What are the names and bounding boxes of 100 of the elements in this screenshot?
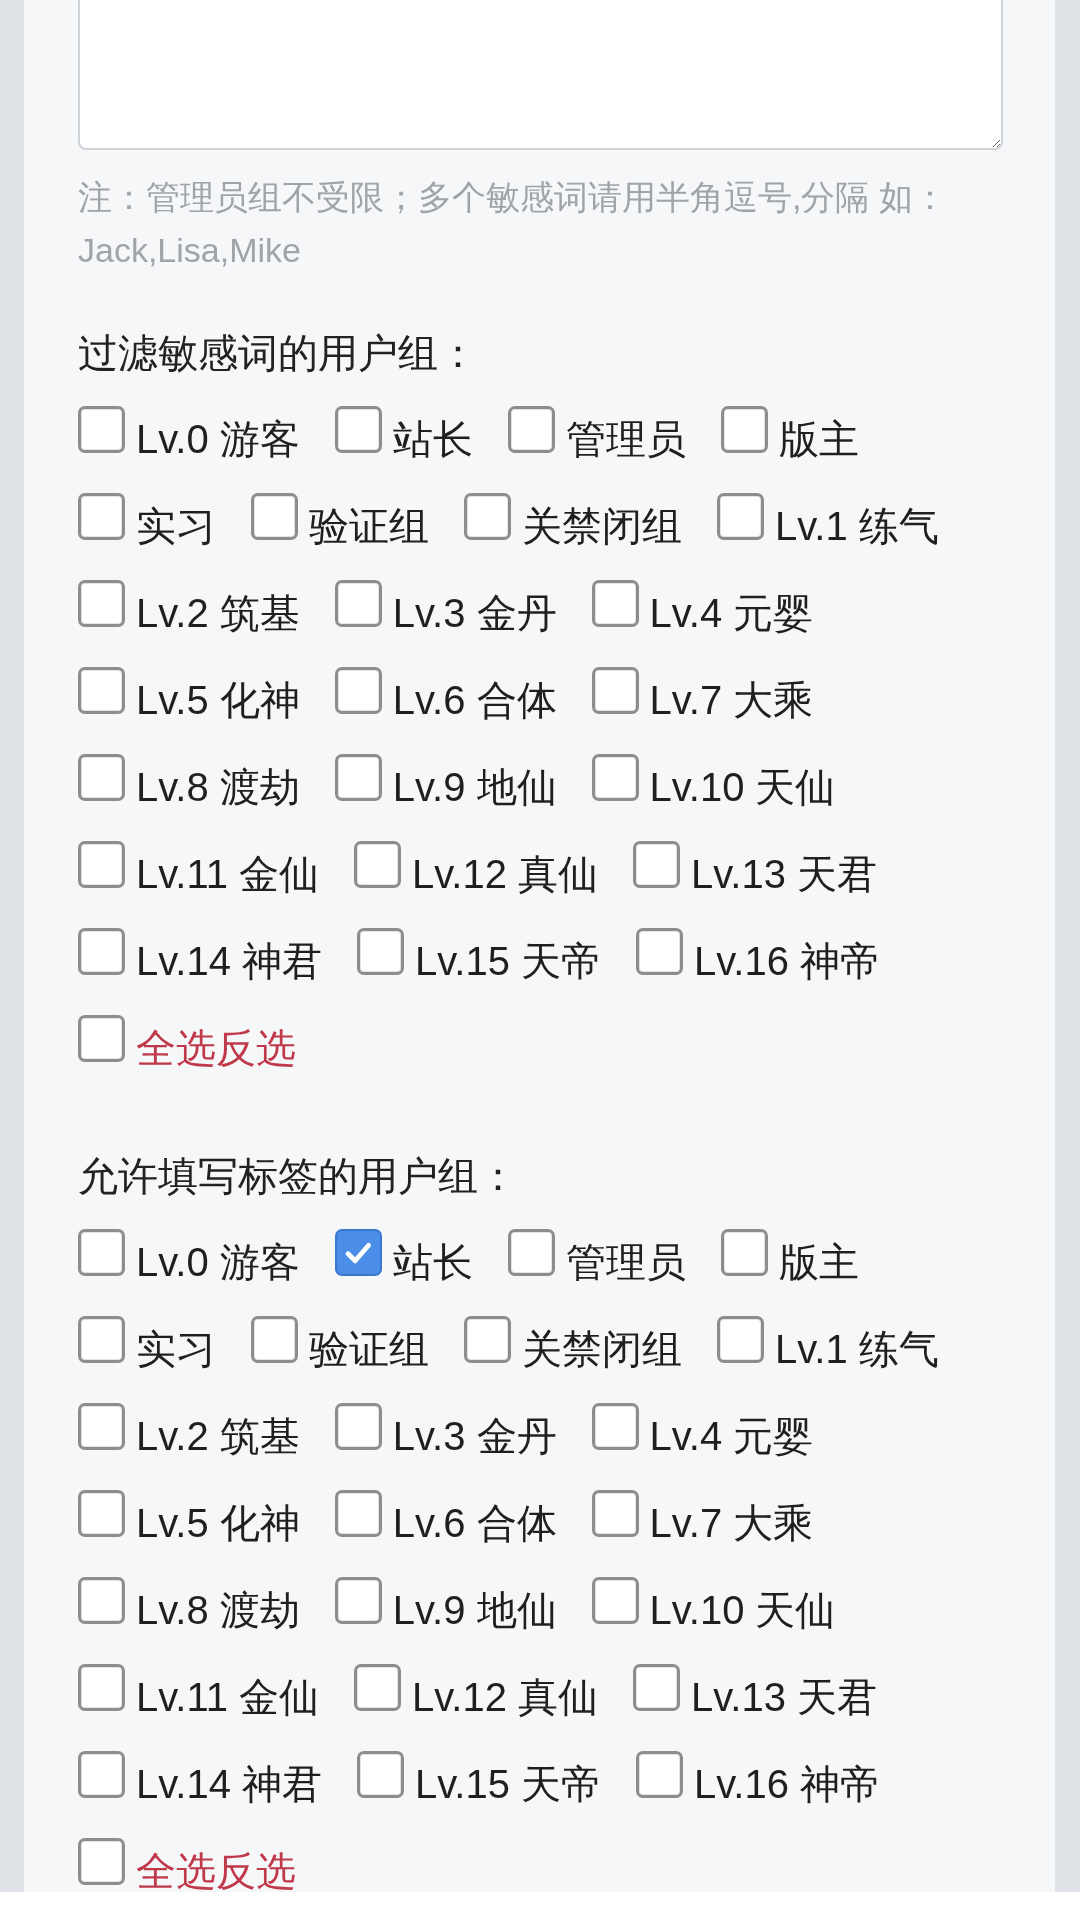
checkbox-label: 管理员	[565, 1239, 686, 1286]
checkbox[interactable]	[78, 928, 125, 975]
checkbox[interactable]	[78, 1838, 125, 1885]
checkbox[interactable]	[334, 1229, 382, 1276]
checkbox-label: Lv.1 练气	[775, 503, 939, 550]
checkbox-label: Lv.2 筑基	[136, 1413, 300, 1460]
checkbox-label: 关禁闭组	[522, 503, 682, 550]
checkbox[interactable]	[78, 493, 125, 540]
checkbox[interactable]	[591, 1577, 639, 1624]
checkbox-label: 版主	[778, 416, 859, 463]
checkbox[interactable]	[464, 493, 511, 540]
checkbox[interactable]	[251, 493, 298, 540]
checkbox-label: Lv.10 天仙	[649, 1587, 836, 1634]
checkbox-label: Lv.5 化神	[136, 1500, 300, 1547]
checkbox-label: Lv.3 金丹	[392, 1413, 557, 1460]
checkbox-label: Lv.8 渡劫	[136, 764, 300, 811]
checkbox[interactable]	[591, 580, 639, 627]
checkbox[interactable]	[78, 754, 125, 801]
checkbox[interactable]	[78, 1490, 125, 1537]
checkbox-label: Lv.15 天帝	[415, 938, 601, 985]
checkbox[interactable]	[591, 754, 639, 801]
checkbox-label: Lv.16 神帝	[694, 1761, 880, 1808]
checkbox[interactable]	[78, 1577, 125, 1624]
checkbox-label: 版主	[778, 1239, 859, 1286]
checkbox-label: Lv.14 神君	[136, 1761, 322, 1808]
checkbox-label: Lv.9 地仙	[392, 1587, 557, 1634]
group-heading: 过滤敏感词的用户组：	[78, 330, 479, 377]
checkbox[interactable]	[464, 1316, 511, 1363]
checkbox-label: Lv.15 天帝	[415, 1761, 601, 1808]
checkbox[interactable]	[334, 1490, 382, 1537]
checkbox-label: Lv.6 合体	[392, 677, 557, 724]
checkbox-label: 验证组	[309, 1326, 429, 1373]
checkbox[interactable]	[591, 667, 639, 714]
checkbox[interactable]	[78, 1403, 125, 1450]
checkbox[interactable]	[636, 1751, 683, 1798]
checkbox-label: 站长	[392, 1239, 473, 1286]
checkbox[interactable]	[78, 1664, 125, 1711]
checkbox[interactable]	[78, 580, 125, 627]
checkbox[interactable]	[251, 1316, 298, 1363]
checkbox[interactable]	[357, 928, 404, 975]
checkbox-label: Lv.5 化神	[136, 677, 300, 724]
checkbox-label: Lv.11 金仙	[136, 1674, 320, 1721]
checkbox[interactable]	[78, 1015, 125, 1062]
checkbox-label: 验证组	[309, 503, 429, 550]
checkbox[interactable]	[78, 841, 125, 888]
checkbox[interactable]	[357, 1751, 404, 1798]
checkbox[interactable]	[334, 667, 382, 714]
checkbox[interactable]	[354, 1664, 402, 1711]
checkbox[interactable]	[591, 1403, 639, 1450]
checkbox-label: Lv.14 神君	[136, 938, 322, 985]
checkbox-label: Lv.12 真仙	[412, 851, 599, 898]
checkbox-label: Lv.2 筑基	[136, 590, 300, 637]
checkbox-label: Lv.8 渡劫	[136, 1587, 300, 1634]
hint-text: 注：管理员组不受限；多个敏感词请用半角逗号,分隔 如：Jack,Lisa,Mike	[78, 177, 948, 271]
checkbox-label: Lv.0 游客	[136, 416, 300, 463]
checkbox-label: Lv.6 合体	[392, 1500, 557, 1547]
checkbox-label: Lv.13 天君	[691, 851, 878, 898]
checkbox[interactable]	[334, 754, 382, 801]
checkbox-label: 关禁闭组	[522, 1326, 682, 1373]
checkbox[interactable]	[78, 667, 125, 714]
text-area-field[interactable]	[78, 0, 1003, 150]
checkbox[interactable]	[591, 1490, 639, 1537]
checkbox[interactable]	[334, 1403, 382, 1450]
checkbox-label: 全选反选	[136, 1848, 296, 1892]
checkbox[interactable]	[78, 1751, 125, 1798]
checkbox-label: Lv.7 大乘	[649, 1500, 814, 1547]
checkbox-label: 站长	[392, 416, 473, 463]
checkbox[interactable]	[720, 406, 768, 453]
checkbox[interactable]	[633, 841, 681, 888]
checkbox[interactable]	[78, 406, 125, 453]
checkbox-label: Lv.11 金仙	[136, 851, 320, 898]
checkbox-label: Lv.1 练气	[775, 1326, 939, 1373]
checkbox-label: Lv.13 天君	[691, 1674, 878, 1721]
checkbox-label: Lv.9 地仙	[392, 764, 557, 811]
checkbox-label: Lv.0 游客	[136, 1239, 300, 1286]
checkbox-label: 全选反选	[136, 1025, 296, 1072]
checkbox[interactable]	[507, 1229, 555, 1276]
checkbox[interactable]	[720, 1229, 768, 1276]
checkbox-label: Lv.4 元婴	[649, 1413, 814, 1460]
checkbox-label: 管理员	[565, 416, 686, 463]
checkbox-label: 实习	[136, 503, 216, 550]
checkbox[interactable]	[636, 928, 683, 975]
checkbox[interactable]	[717, 493, 764, 540]
checkbox-label: Lv.10 天仙	[649, 764, 836, 811]
checkbox[interactable]	[78, 1229, 125, 1276]
checkbox[interactable]	[334, 1577, 382, 1624]
checkbox[interactable]	[507, 406, 555, 453]
group-heading: 允许填写标签的用户组：	[78, 1153, 519, 1200]
checkbox-label: Lv.7 大乘	[649, 677, 814, 724]
checkbox[interactable]	[354, 841, 402, 888]
checkbox[interactable]	[717, 1316, 764, 1363]
checkbox-label: Lv.16 神帝	[694, 938, 880, 985]
checkbox-label: Lv.12 真仙	[412, 1674, 599, 1721]
checkbox[interactable]	[334, 580, 382, 627]
checkbox[interactable]	[633, 1664, 681, 1711]
checkbox-label: 实习	[136, 1326, 216, 1373]
checkbox-label: Lv.4 元婴	[649, 590, 814, 637]
checkbox-label: Lv.3 金丹	[392, 590, 557, 637]
checkbox[interactable]	[78, 1316, 125, 1363]
checkbox[interactable]	[334, 406, 382, 453]
